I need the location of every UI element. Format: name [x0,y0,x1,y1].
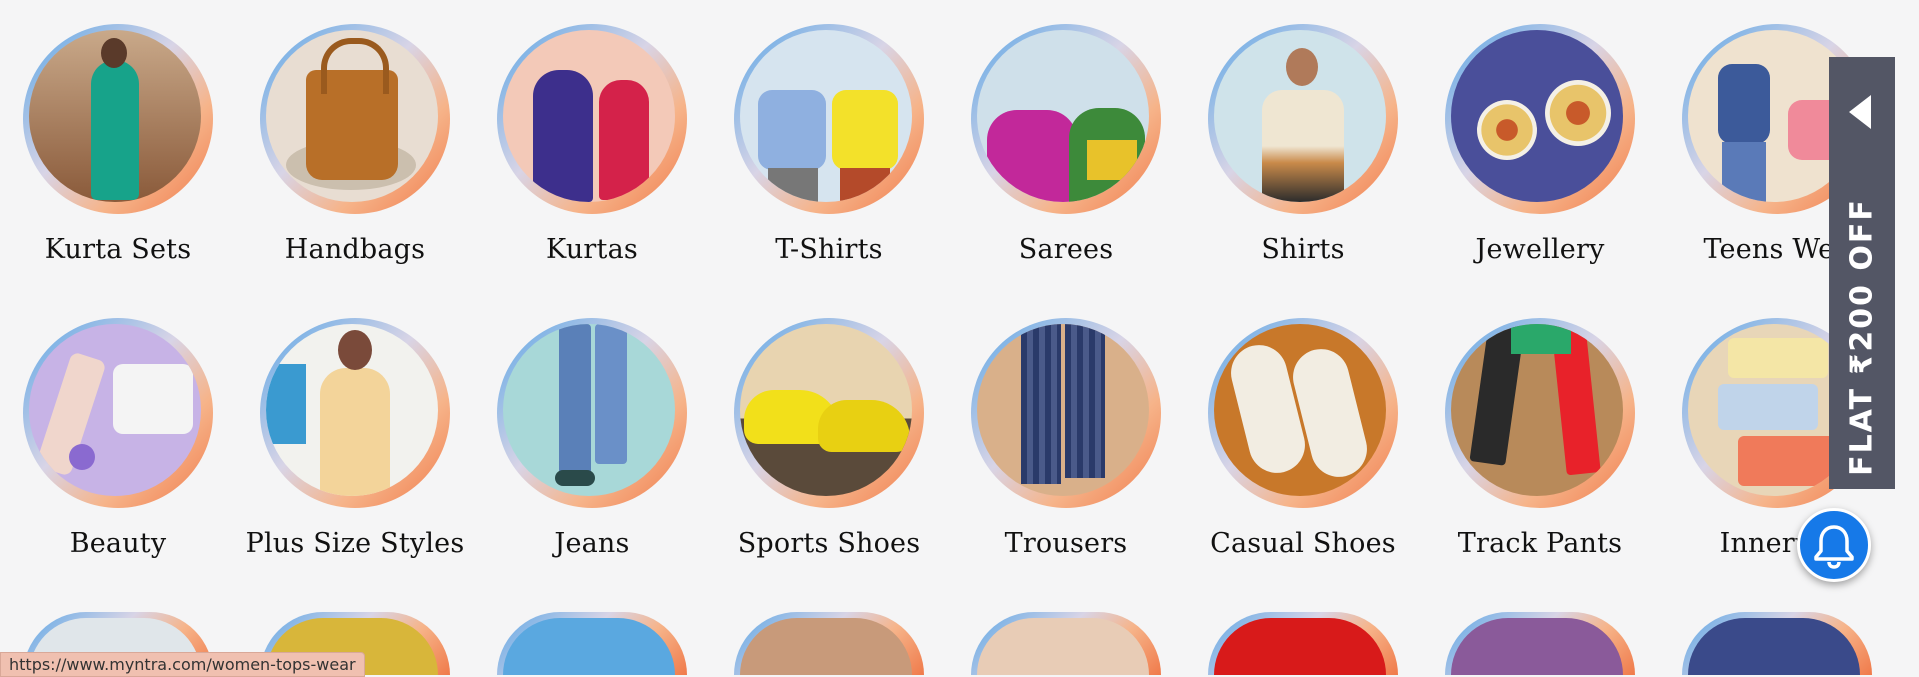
circle-frame [734,24,924,214]
circle-frame [260,318,450,508]
circle-frame [1445,24,1635,214]
notification-button[interactable] [1797,508,1871,582]
category-label: Casual Shoes [1210,528,1396,559]
circle-frame [971,612,1161,675]
category-label: T-Shirts [775,234,883,265]
category-label: Sarees [1018,234,1114,265]
promo-text: FLAT ₹200 OFF [1844,198,1880,476]
collapse-arrow-icon[interactable] [1849,95,1871,129]
circle-frame [734,612,924,675]
status-bar-url: https://www.myntra.com/women-tops-wear [0,652,365,677]
category-label: Trousers [1004,528,1128,559]
circle-frame [497,24,687,214]
category-label: Beauty [69,528,167,559]
category-label: Shirts [1261,234,1345,265]
circle-frame [734,318,924,508]
circle-frame [1682,612,1872,675]
circle-frame [497,318,687,508]
circle-frame [1208,612,1398,675]
category-label: Jewellery [1475,234,1605,265]
category-label: Kurtas [546,234,638,265]
category-grid: Kurta Sets Handbags Kurtas T-Shirts Sare… [0,0,1919,675]
circle-frame [23,24,213,214]
circle-frame [1445,318,1635,508]
flat-offer-tab[interactable]: FLAT ₹200 OFF [1829,57,1895,489]
circle-frame [260,24,450,214]
category-label: Sports Shoes [737,528,921,559]
category-label: Handbags [284,234,426,265]
circle-frame [1445,612,1635,675]
circle-frame [1208,318,1398,508]
circle-frame [971,24,1161,214]
circle-frame [23,318,213,508]
category-label: Track Pants [1457,528,1623,559]
circle-frame [497,612,687,675]
bell-icon [1814,525,1854,569]
category-label: Plus Size Styles [245,528,465,559]
category-label: Kurta Sets [44,234,192,265]
promo-text-wrap: FLAT ₹200 OFF [1829,197,1895,477]
circle-frame [971,318,1161,508]
category-label: Jeans [554,528,630,559]
circle-frame [1208,24,1398,214]
